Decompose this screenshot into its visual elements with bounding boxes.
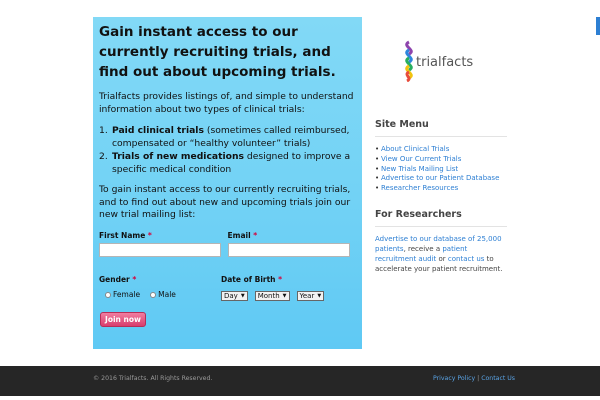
site-menu: • About Clinical Trials • View Our Current… xyxy=(375,145,499,194)
gender-group: Gender * Female Male xyxy=(99,275,221,301)
footer: © 2016 Trialfacts. All Rights Reserved. … xyxy=(0,366,600,396)
page: Gain instant access to our currently rec… xyxy=(0,0,600,400)
chevron-down-icon: ▼ xyxy=(317,292,322,299)
menu-link-about-trials[interactable]: About Clinical Trials xyxy=(381,145,449,155)
trial-type-title: Trials of new medications xyxy=(112,151,244,162)
radio-circle-icon[interactable] xyxy=(150,291,157,298)
signup-cta: To gain instant access to our currently … xyxy=(99,184,351,220)
logo-text: trialfacts xyxy=(416,55,474,70)
chevron-down-icon: ▼ xyxy=(282,292,287,299)
trial-type-title: Paid clinical trials xyxy=(112,125,204,136)
gender-options: Female Male xyxy=(99,290,221,300)
privacy-policy-link[interactable]: Privacy Policy xyxy=(433,375,475,382)
dob-label: Date of Birth * xyxy=(221,274,283,284)
dob-selects: Day ▼ Month ▼ Year ▼ xyxy=(221,290,351,301)
year-select[interactable]: Year ▼ xyxy=(296,290,325,301)
list-item: • New Trials Mailing List xyxy=(375,164,459,175)
edge-accent xyxy=(596,17,600,35)
first-name-field[interactable] xyxy=(99,242,221,257)
first-name-label: First Name * xyxy=(99,230,152,240)
list-item: • View Our Current Trials xyxy=(375,154,462,165)
trial-types-list: 1. Paid clinical trials (sometimes called… xyxy=(99,125,356,176)
dob-group: Date of Birth * Day ▼ Month ▼ Year ▼ xyxy=(221,275,351,301)
name-email-row: First Name * Email * xyxy=(99,231,356,257)
site-menu-title: Site Menu xyxy=(375,119,429,130)
gender-dob-row: Gender * Female Male Date of Birth * Day… xyxy=(99,275,356,301)
chevron-down-icon: ▼ xyxy=(240,292,245,299)
signup-intro: Trialfacts provides listings of, and sim… xyxy=(99,91,354,115)
copyright-text: © 2016 Trialfacts. All Rights Reserved. xyxy=(93,375,213,382)
researchers-text: Advertise to our database of 25,000 pati… xyxy=(375,235,503,273)
gender-label: Gender * xyxy=(99,274,137,284)
menu-link-researcher-resources[interactable]: Researcher Resources xyxy=(381,184,458,194)
list-item: 1. Paid clinical trials (sometimes called… xyxy=(99,125,350,149)
email-label: Email * xyxy=(227,230,258,240)
list-item: • Researcher Resources xyxy=(375,184,459,194)
menu-link-advertise[interactable]: Advertise to our Patient Database xyxy=(381,174,499,184)
trialfacts-logo[interactable]: trialfacts xyxy=(399,40,509,82)
list-item: • About Clinical Trials xyxy=(375,145,450,155)
first-name-group: First Name * xyxy=(99,231,224,257)
researchers-title: For Researchers xyxy=(375,209,462,220)
footer-links: Privacy Policy | Contact Us xyxy=(433,375,515,382)
list-item: 2. Trials of new medications designed to … xyxy=(99,151,351,175)
day-select[interactable]: Day ▼ xyxy=(221,290,248,301)
month-select[interactable]: Month ▼ xyxy=(254,290,290,301)
contact-us-link[interactable]: contact us xyxy=(448,255,485,263)
menu-link-mailing-list[interactable]: New Trials Mailing List xyxy=(381,165,458,175)
menu-link-current-trials[interactable]: View Our Current Trials xyxy=(381,155,461,165)
footer-contact-link[interactable]: Contact Us xyxy=(481,375,515,382)
signup-panel: Gain instant access to our currently rec… xyxy=(93,17,362,349)
email-group: Email * xyxy=(227,230,353,257)
email-field[interactable] xyxy=(227,242,350,257)
signup-headline: Gain instant access to our currently rec… xyxy=(99,24,336,80)
footer-separator: | xyxy=(477,375,480,382)
radio-circle-icon[interactable] xyxy=(105,291,111,298)
gender-male-radio[interactable]: Male xyxy=(150,290,176,300)
join-now-button[interactable]: Join now xyxy=(100,312,146,327)
divider xyxy=(375,226,507,227)
gender-female-radio[interactable]: Female xyxy=(105,290,140,300)
divider xyxy=(375,136,507,137)
list-item: • Advertise to our Patient Database xyxy=(375,174,500,184)
